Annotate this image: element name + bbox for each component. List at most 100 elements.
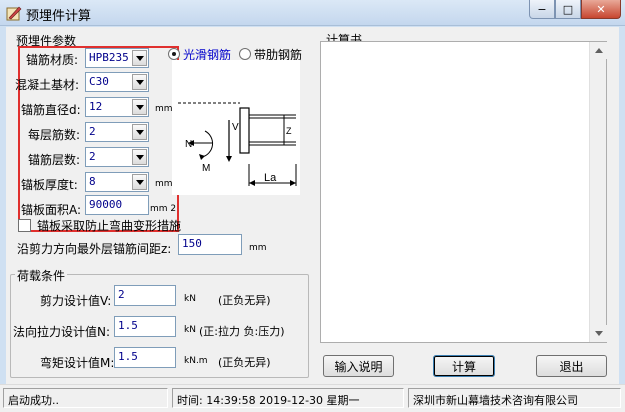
- load-label-moment: 弯矩设计值M:: [40, 356, 115, 370]
- arrow-up-icon: [594, 48, 603, 53]
- scroll-up-button[interactable]: [590, 42, 607, 59]
- anti-bending-label[interactable]: 锚板采取防止弯曲变形措施: [37, 217, 181, 234]
- shear-unit: kN: [184, 294, 196, 304]
- moment-input[interactable]: 1.5: [114, 347, 176, 368]
- diagram-m-arc: [201, 130, 214, 158]
- plate-thickness-select[interactable]: 8: [85, 172, 149, 192]
- diameter-dropdown-button[interactable]: [132, 99, 147, 115]
- field-label-plate-thickness: 锚板厚度t:: [21, 178, 78, 192]
- app-window: 预埋件计算 − □ ✕ 预埋件参数 锚筋材质: HPB235 混凝土基材: C3…: [0, 0, 625, 412]
- diameter-value: 12: [89, 100, 103, 113]
- input-help-button[interactable]: 输入说明: [323, 355, 394, 377]
- concrete-value: C30: [89, 75, 109, 88]
- maximize-button[interactable]: □: [555, 0, 581, 19]
- max-spacing-value: 150: [182, 237, 202, 250]
- moment-note: (正负无异): [218, 356, 271, 369]
- concrete-dropdown-button[interactable]: [132, 74, 147, 90]
- field-label-plate-area: 锚板面积A:: [21, 203, 82, 217]
- plate-thickness-unit: mm: [155, 179, 173, 189]
- field-label-layers: 锚筋层数:: [28, 153, 81, 167]
- diagram-label-n: N: [185, 139, 192, 150]
- concrete-select[interactable]: C30: [85, 72, 149, 92]
- calculate-label: 计算: [451, 359, 476, 374]
- moment-value: 1.5: [118, 350, 138, 363]
- material-dropdown-button[interactable]: [132, 50, 147, 66]
- diagram-plate: [239, 107, 250, 154]
- minimize-button[interactable]: −: [529, 0, 555, 19]
- bars-per-layer-select[interactable]: 2: [85, 122, 149, 142]
- layers-dropdown-button[interactable]: [132, 149, 147, 165]
- loads-group: 荷载条件 剪力设计值V: 2 kN (正负无异) 法向拉力设计值N: 1.5 k…: [10, 267, 309, 378]
- arrow-down-icon: [594, 331, 603, 336]
- status-time: 时间: 14:39:58 2019-12-30 星期一: [177, 394, 360, 407]
- chevron-down-icon: [135, 154, 144, 160]
- title-bar[interactable]: 预埋件计算 − □ ✕: [0, 0, 625, 26]
- vertical-scrollbar[interactable]: [589, 42, 607, 342]
- client-area: 预埋件参数 锚筋材质: HPB235 混凝土基材: C30 锚筋直径d: 12 …: [6, 27, 619, 384]
- plate-area-input[interactable]: 90000: [85, 195, 149, 215]
- status-message: 启动成功..: [8, 394, 59, 407]
- exit-button[interactable]: 退出: [536, 355, 607, 377]
- chevron-down-icon: [135, 55, 144, 61]
- window-title: 预埋件计算: [26, 9, 92, 24]
- bars-per-layer-dropdown-button[interactable]: [132, 124, 147, 140]
- close-icon: ✕: [596, 2, 606, 16]
- loads-legend: 荷载条件: [15, 267, 68, 284]
- field-label-material: 锚筋材质:: [26, 53, 79, 67]
- diagram-v-arrowhead: [226, 156, 232, 162]
- field-label-concrete: 混凝土基材:: [15, 78, 80, 92]
- diagram-label-la: La: [264, 172, 277, 184]
- shear-note: (正负无异): [218, 294, 271, 307]
- chevron-down-icon: [135, 129, 144, 135]
- diagram-m-arrowhead: [199, 154, 205, 160]
- shear-value: 2: [118, 288, 125, 301]
- layers-select[interactable]: 2: [85, 147, 149, 167]
- diagram-label-m: M: [202, 163, 210, 174]
- embed-diagram: V N M Z La: [172, 60, 300, 195]
- status-panel-message: 启动成功..: [3, 388, 168, 408]
- tension-unit: kN: [184, 325, 196, 335]
- radio-ribbed-bar[interactable]: [239, 48, 251, 60]
- max-spacing-unit: mm: [249, 243, 267, 253]
- plate-area-unit: mm 2: [150, 204, 177, 214]
- status-panel-time: 时间: 14:39:58 2019-12-30 星期一: [172, 388, 404, 408]
- plate-thickness-value: 8: [89, 175, 96, 188]
- chevron-down-icon: [135, 79, 144, 85]
- shear-input[interactable]: 2: [114, 285, 176, 306]
- exit-label: 退出: [559, 359, 584, 374]
- plate-area-value: 90000: [89, 198, 123, 211]
- calc-book-textarea[interactable]: [323, 44, 587, 340]
- bars-per-layer-value: 2: [89, 125, 96, 138]
- input-help-label: 输入说明: [334, 359, 383, 374]
- status-panel-company: 深圳市新山幕墙技术咨询有限公司: [408, 388, 621, 408]
- tension-input[interactable]: 1.5: [114, 316, 176, 337]
- status-bar: 启动成功.. 时间: 14:39:58 2019-12-30 星期一 深圳市新山…: [0, 384, 625, 412]
- diameter-select[interactable]: 12: [85, 97, 149, 117]
- diameter-unit: mm: [155, 104, 173, 114]
- calc-book-panel: [320, 41, 607, 343]
- minimize-icon: −: [537, 2, 547, 16]
- maximize-icon: □: [562, 2, 574, 16]
- tension-note: (正:拉力 负:压力): [199, 325, 285, 338]
- chevron-down-icon: [135, 179, 144, 185]
- scroll-down-button[interactable]: [590, 325, 607, 342]
- max-spacing-label: 沿剪力方向最外层锚筋间距z:: [17, 242, 172, 256]
- field-label-diameter: 锚筋直径d:: [21, 103, 81, 117]
- chevron-down-icon: [135, 104, 144, 110]
- max-spacing-input[interactable]: 150: [178, 234, 242, 255]
- radio-smooth-bar[interactable]: [168, 48, 180, 60]
- close-button[interactable]: ✕: [581, 0, 621, 19]
- field-label-bars-per-layer: 每层筋数:: [28, 128, 81, 142]
- load-label-shear: 剪力设计值V:: [40, 294, 112, 308]
- diagram-label-z: Z: [286, 126, 292, 136]
- plate-thickness-dropdown-button[interactable]: [132, 174, 147, 190]
- layers-value: 2: [89, 150, 96, 163]
- anti-bending-checkbox[interactable]: [18, 219, 31, 232]
- status-company: 深圳市新山幕墙技术咨询有限公司: [413, 394, 578, 407]
- material-select[interactable]: HPB235: [85, 48, 149, 68]
- load-label-tension: 法向拉力设计值N:: [13, 325, 111, 339]
- moment-unit: kN.m: [184, 356, 208, 366]
- calculate-button[interactable]: 计算: [433, 355, 495, 377]
- diagram-la-arrow-r: [290, 180, 296, 186]
- diagram-label-v: V: [232, 122, 239, 133]
